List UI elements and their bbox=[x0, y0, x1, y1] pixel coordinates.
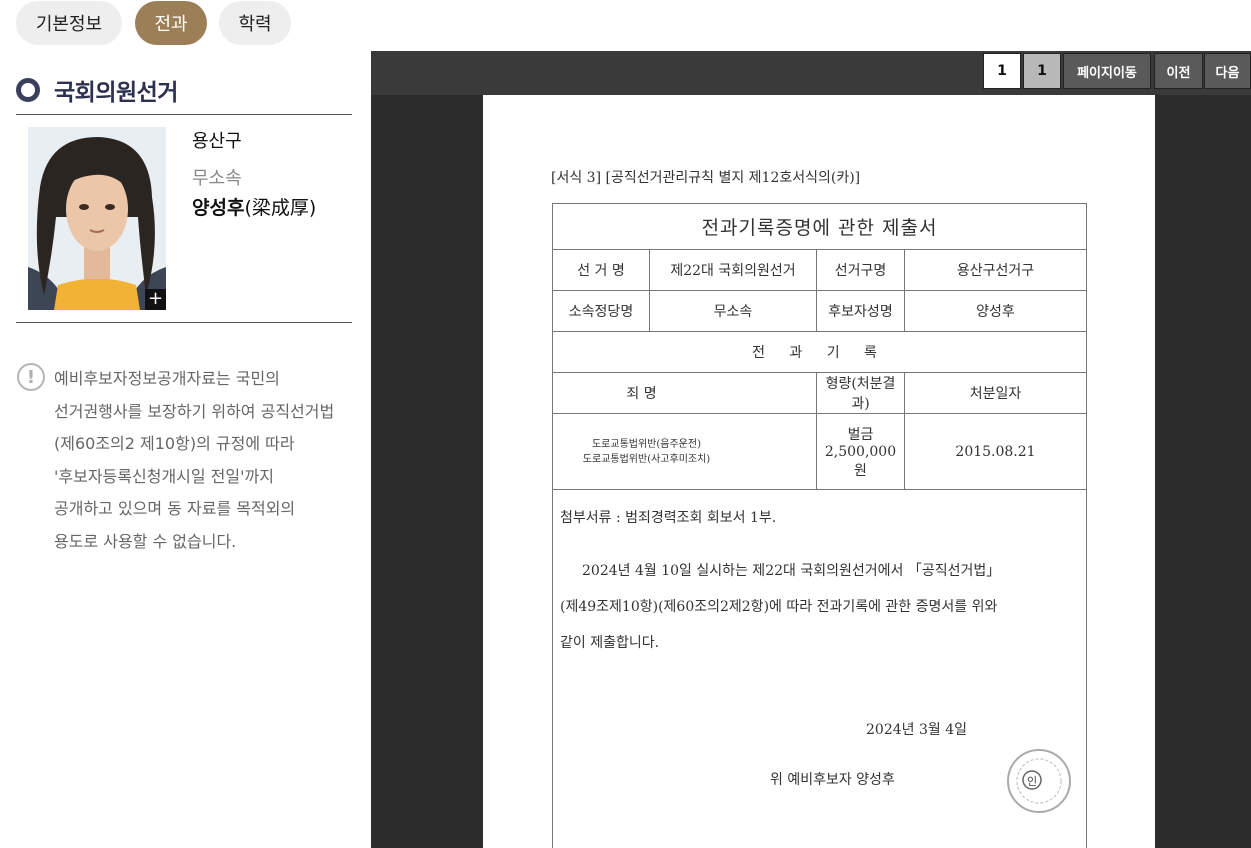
notice-line: 공개하고 있으며 동 자료를 목적외의 bbox=[54, 499, 296, 518]
tab-bar: 기본정보 전과 학력 bbox=[0, 0, 1251, 51]
district-value: 용산구선거구 bbox=[904, 249, 1087, 291]
document-viewer: 1 1 페이지이동 이전 다음 [서식 3] [공직선거관리규칙 별지 제12호… bbox=[371, 51, 1251, 848]
page-move-button[interactable]: 페이지이동 bbox=[1063, 53, 1151, 89]
date-column-header: 처분일자 bbox=[904, 372, 1087, 414]
exclamation-icon: ! bbox=[17, 363, 45, 391]
candidate-name-hangul: 양성후 bbox=[192, 197, 245, 219]
page-number-input[interactable]: 1 bbox=[983, 53, 1021, 89]
document-page[interactable]: [서식 3] [공직선거관리규칙 별지 제12호서식의(카)] 전과기록증명에 … bbox=[483, 95, 1155, 848]
section-title-text: 국회의원선거 bbox=[54, 80, 178, 106]
sentence-cell: 벌금 2,500,000 원 bbox=[816, 413, 905, 490]
section-title: 국회의원선거 bbox=[16, 73, 178, 107]
candidate-name: 양성후(梁成厚) bbox=[192, 193, 316, 220]
body-line: 2024년 4월 10일 실시하는 제22대 국회의원선거에서 「공직선거법」 bbox=[582, 563, 1001, 579]
crime-line: 도로교통법위반(사고후미조치) bbox=[582, 453, 711, 465]
photo-enlarge-button[interactable]: + bbox=[145, 289, 166, 310]
submit-date: 2024년 3월 4일 bbox=[866, 722, 967, 738]
form-label: [서식 3] [공직선거관리규칙 별지 제12호서식의(카)] bbox=[551, 170, 861, 186]
date-cell: 2015.08.21 bbox=[904, 413, 1087, 490]
candidate-district: 용산구 bbox=[192, 131, 242, 152]
document-title: 전과기록증명에 관한 제출서 bbox=[552, 203, 1087, 250]
document-body: 2024년 4월 10일 실시하는 제22대 국회의원선거에서 「공직선거법」 … bbox=[560, 553, 1070, 661]
candidate-party: 무소속 bbox=[192, 168, 242, 189]
candidate-name-hanja: (梁成厚) bbox=[244, 197, 317, 219]
election-name-label: 선 거 명 bbox=[552, 249, 650, 291]
party-value: 무소속 bbox=[649, 290, 817, 332]
candidate-value: 양성후 bbox=[904, 290, 1087, 332]
viewer-toolbar: 1 1 페이지이동 이전 다음 bbox=[371, 51, 1251, 95]
notice-line: (제60조의2 제10항)의 규정에 따라 bbox=[54, 434, 295, 453]
body-line: 같이 제출합니다. bbox=[560, 635, 660, 651]
attachment-line: 첨부서류 : 범죄경력조회 회보서 1부. bbox=[560, 510, 777, 526]
seal-stamp: 인 bbox=[1005, 747, 1073, 815]
tab-basic-info[interactable]: 기본정보 bbox=[16, 1, 122, 45]
tab-criminal-record[interactable]: 전과 bbox=[135, 1, 207, 45]
candidate-label: 후보자성명 bbox=[816, 290, 905, 332]
record-table: 전과기록증명에 관한 제출서 선 거 명 제22대 국회의원선거 선거구명 용산… bbox=[552, 203, 1087, 490]
tab-education[interactable]: 학력 bbox=[219, 1, 291, 45]
candidate-panel: 국회의원선거 + 용산구 무소속 양성후(梁成厚) ! 예비후보자정보공개자료는… bbox=[0, 51, 371, 848]
records-header: 전 과 기 록 bbox=[552, 331, 1087, 373]
signer-line: 위 예비후보자 양성후 bbox=[770, 772, 895, 788]
crime-line: 도로교통법위반(음주운전) bbox=[591, 438, 701, 450]
ring-icon bbox=[16, 78, 40, 102]
divider bbox=[16, 114, 352, 115]
prev-page-button[interactable]: 이전 bbox=[1154, 53, 1203, 89]
page-total: 1 bbox=[1023, 53, 1061, 89]
notice-line: 예비후보자정보공개자료는 국민의 bbox=[54, 369, 280, 388]
next-page-button[interactable]: 다음 bbox=[1204, 53, 1251, 89]
notice-text: 예비후보자정보공개자료는 국민의 선거권행사를 보장하기 위하여 공직선거법 (… bbox=[54, 363, 364, 558]
crime-cell: 도로교통법위반(음주운전) 도로교통법위반(사고후미조치) bbox=[552, 413, 817, 490]
election-name: 제22대 국회의원선거 bbox=[649, 249, 817, 291]
seal-mark: 인 bbox=[1027, 775, 1037, 788]
sentence-column-header: 형량(처분결과) bbox=[816, 372, 905, 414]
notice-line: 선거권행사를 보장하기 위하여 공직선거법 bbox=[54, 401, 335, 421]
body-line: (제49조제10항)(제60조의2제2항)에 따라 전과기록에 관한 증명서를 … bbox=[560, 599, 998, 615]
notice-line: 용도로 사용할 수 없습니다. bbox=[54, 531, 237, 551]
divider bbox=[16, 322, 352, 323]
notice-line: '후보자등록신청개시일 전일'까지 bbox=[54, 466, 274, 486]
party-label: 소속정당명 bbox=[552, 290, 650, 332]
candidate-photo bbox=[28, 127, 166, 310]
district-label: 선거구명 bbox=[816, 249, 905, 291]
crime-column-header: 죄 명 bbox=[552, 372, 817, 414]
